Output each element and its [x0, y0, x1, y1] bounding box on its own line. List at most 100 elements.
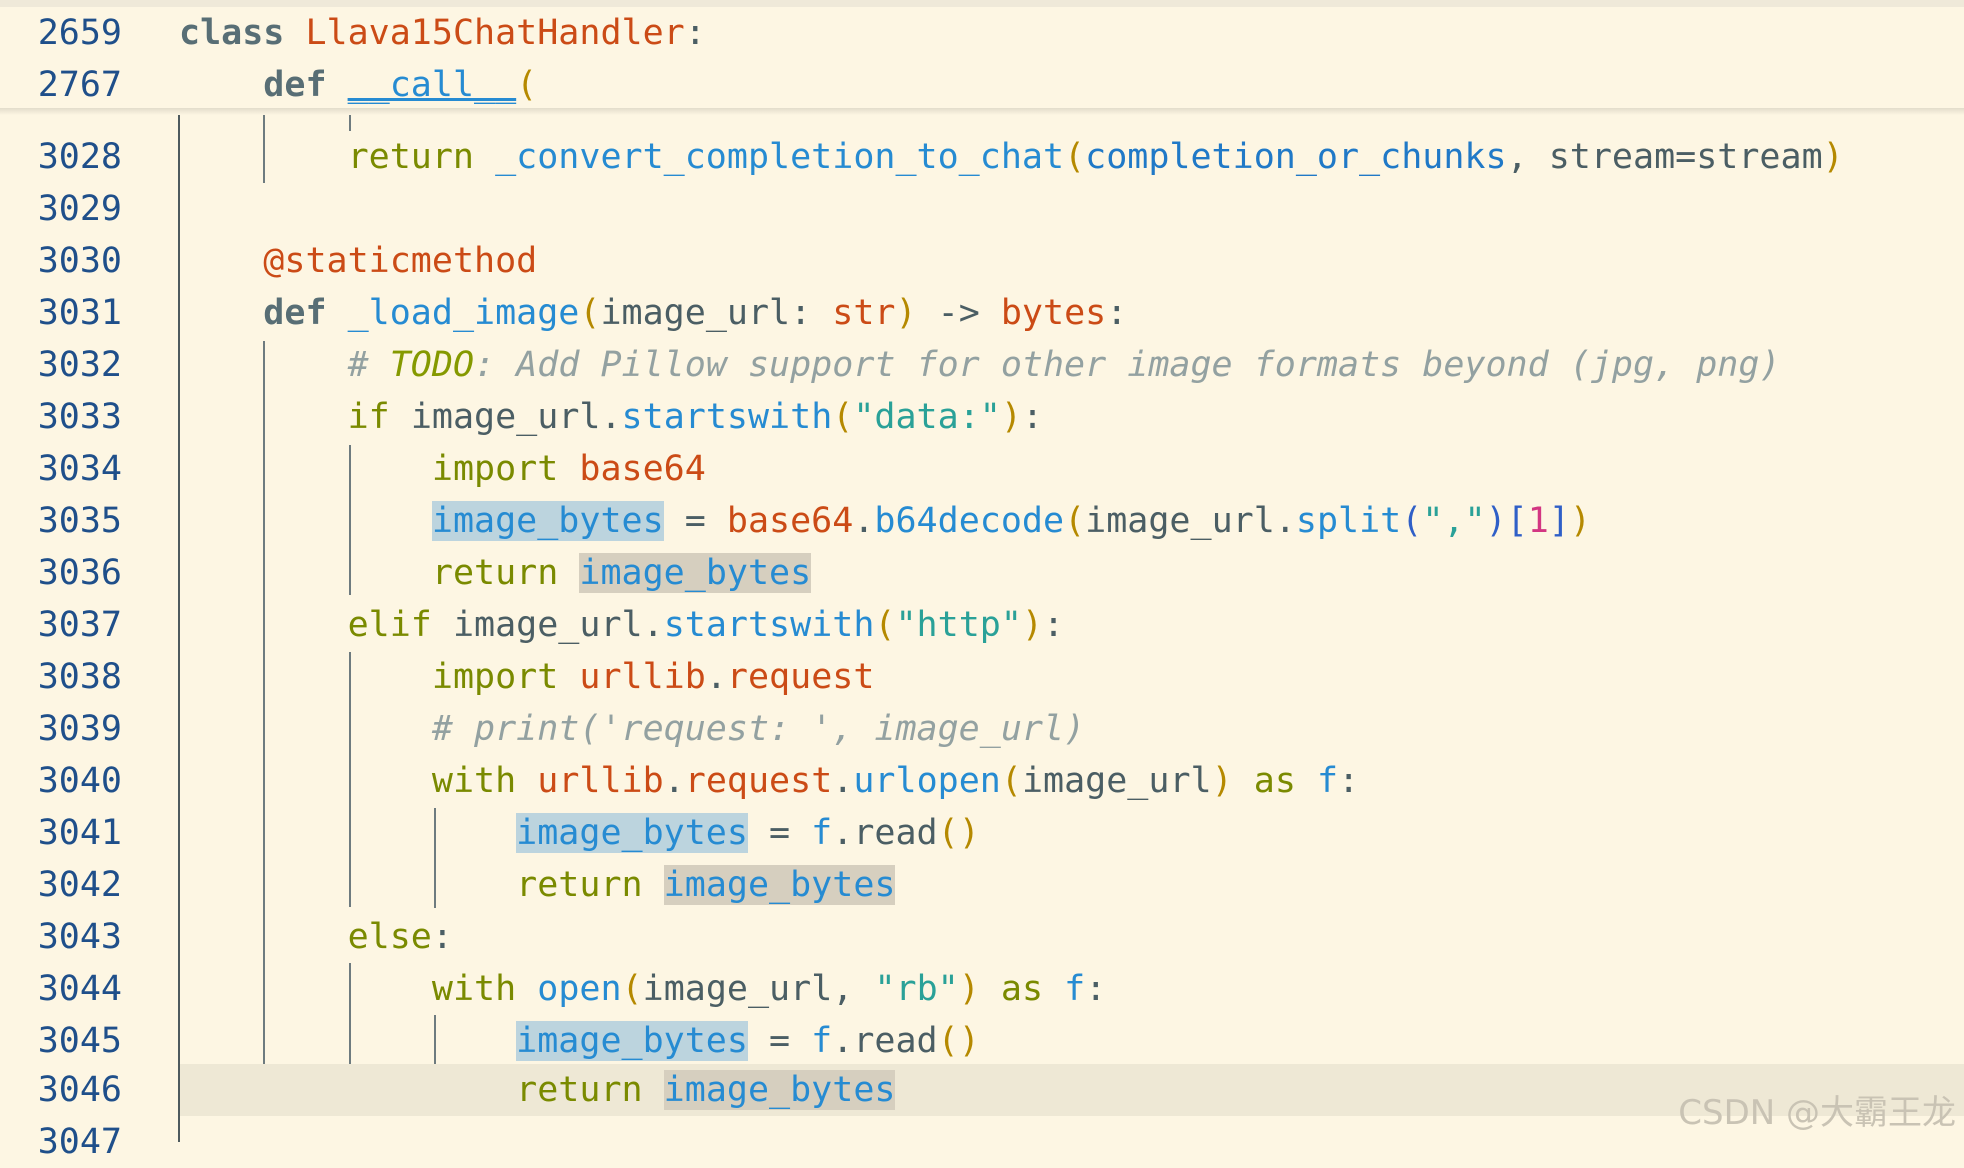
- keyword: def: [263, 65, 327, 105]
- keyword: with: [431, 761, 517, 801]
- type: str: [832, 293, 896, 333]
- highlighted-variable: image_bytes: [663, 1070, 896, 1110]
- code-line[interactable]: return image_bytes: [179, 1064, 896, 1116]
- highlighted-variable: image_bytes: [516, 813, 748, 853]
- variable: f: [811, 813, 833, 853]
- keyword: return: [516, 1070, 643, 1110]
- argument-rest: , stream=stream: [1506, 137, 1823, 177]
- keyword: if: [347, 397, 390, 437]
- method: startswith: [621, 397, 833, 437]
- module: request: [684, 761, 833, 801]
- string: "http": [895, 605, 1022, 645]
- keyword: as: [1000, 969, 1044, 1009]
- line-number: 3037: [37, 605, 122, 645]
- highlighted-variable: image_bytes: [663, 865, 896, 905]
- variable: f: [1317, 761, 1339, 801]
- sticky-shadow: [0, 108, 1964, 115]
- method: read: [853, 1021, 938, 1061]
- code-line[interactable]: @staticmethod: [179, 235, 537, 287]
- class-name: Llava15ChatHandler: [305, 13, 685, 53]
- line-number: 3043: [37, 917, 122, 957]
- code-line[interactable]: return image_bytes: [179, 859, 896, 911]
- code-line[interactable]: if image_url.startswith("data:"):: [179, 391, 1043, 443]
- module: base64: [726, 501, 854, 541]
- variable: f: [1064, 969, 1086, 1009]
- code-line[interactable]: with urllib.request.urlopen(image_url) a…: [179, 755, 1359, 807]
- identifier: image_url: [1021, 761, 1212, 801]
- sticky-line-number: 2767: [37, 65, 122, 105]
- comment: : Add Pillow support for other image for…: [474, 345, 1781, 385]
- method: read: [853, 813, 938, 853]
- decorator: @staticmethod: [263, 241, 538, 281]
- identifier: image_url: [1085, 501, 1275, 541]
- string: ",": [1422, 501, 1486, 541]
- code-line[interactable]: image_bytes = f.read(): [179, 807, 980, 859]
- arrow: ->: [916, 293, 1001, 333]
- method: split: [1295, 501, 1402, 541]
- code-line[interactable]: # print('request: ', image_url): [179, 703, 1085, 755]
- sticky-scroll-header[interactable]: 2659 class Llava15ChatHandler: 2767 def …: [0, 7, 1964, 111]
- keyword: else: [347, 917, 432, 957]
- string: "rb": [874, 969, 959, 1009]
- variable: f: [811, 1021, 833, 1061]
- sticky-class-line[interactable]: class Llava15ChatHandler:: [179, 7, 706, 59]
- params: image_url:: [600, 293, 833, 333]
- identifier: image_url: [642, 969, 833, 1009]
- line-number: 3035: [37, 501, 122, 541]
- line-number: 3044: [37, 969, 122, 1009]
- line-number: 3045: [37, 1021, 122, 1061]
- code-line[interactable]: return _convert_completion_to_chat(compl…: [179, 131, 1844, 183]
- code-line[interactable]: import urllib.request: [179, 651, 875, 703]
- sticky-line-number: 2659: [37, 13, 122, 53]
- method: startswith: [663, 605, 875, 645]
- function-name: _load_image: [347, 293, 580, 333]
- punct: :: [684, 13, 706, 53]
- editor-top-border: [0, 0, 1964, 7]
- code-line[interactable]: return image_bytes: [179, 547, 812, 599]
- keyword: return: [516, 865, 643, 905]
- line-number: 3033: [37, 397, 122, 437]
- builtin: open: [537, 969, 622, 1009]
- code-line[interactable]: import base64: [179, 443, 706, 495]
- code-line[interactable]: else:: [179, 911, 453, 963]
- module: base64: [579, 449, 706, 489]
- method: b64decode: [874, 501, 1065, 541]
- highlighted-variable: image_bytes: [516, 1021, 748, 1061]
- code-line[interactable]: image_bytes = base64.b64decode(image_url…: [179, 495, 1591, 547]
- code-line[interactable]: image_bytes = f.read(): [179, 1015, 980, 1067]
- module: urllib: [579, 657, 706, 697]
- code-line[interactable]: def _load_image(image_url: str) -> bytes…: [179, 287, 1127, 339]
- comment: #: [347, 345, 390, 385]
- return-type: bytes: [1000, 293, 1107, 333]
- line-number: 3028: [37, 137, 122, 177]
- line-number: 3036: [37, 553, 122, 593]
- line-number: 3030: [37, 241, 122, 281]
- identifier: image_url: [452, 605, 643, 645]
- line-number: 3029: [37, 189, 122, 229]
- keyword: import: [431, 657, 559, 697]
- line-number: 3034: [37, 449, 122, 489]
- line-number: 3039: [37, 709, 122, 749]
- line-number: 3032: [37, 345, 122, 385]
- keyword: elif: [347, 605, 432, 645]
- watermark: CSDN @大霸王龙: [1678, 1093, 1956, 1133]
- keyword: with: [431, 969, 517, 1009]
- keyword: import: [431, 449, 559, 489]
- code-line[interactable]: with open(image_url, "rb") as f:: [179, 963, 1106, 1015]
- string: "data:": [853, 397, 1001, 437]
- comment: # print('request: ', image_url): [431, 709, 1086, 749]
- code-line[interactable]: elif image_url.startswith("http"):: [179, 599, 1065, 651]
- sticky-def-line[interactable]: def __call__(: [179, 59, 537, 111]
- argument: completion_or_chunks: [1085, 137, 1507, 177]
- keyword: as: [1253, 761, 1296, 801]
- code-line[interactable]: # TODO: Add Pillow support for other ima…: [179, 339, 1781, 391]
- punct: (: [516, 65, 538, 105]
- line-number: 3038: [37, 657, 122, 697]
- number: 1: [1527, 501, 1549, 541]
- keyword: return: [347, 137, 475, 177]
- todo-tag: TODO: [389, 345, 475, 385]
- keyword: class: [179, 13, 285, 53]
- line-number: 3046: [37, 1070, 122, 1110]
- method: urlopen: [853, 761, 1001, 801]
- keyword: return: [431, 553, 559, 593]
